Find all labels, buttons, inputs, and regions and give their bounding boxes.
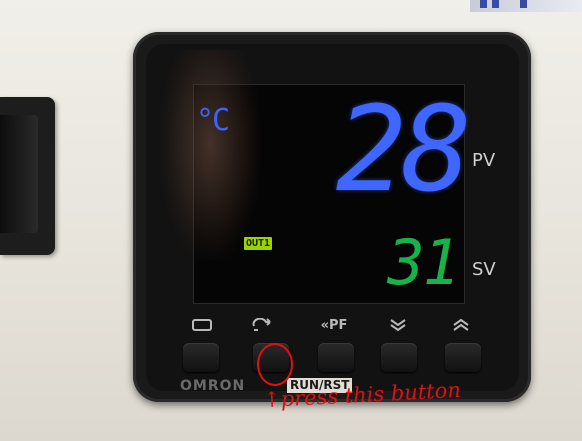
double-chevron-down-icon bbox=[383, 318, 413, 336]
mode-button[interactable] bbox=[183, 343, 219, 372]
out1-indicator: OUT1 bbox=[244, 237, 273, 250]
down-button[interactable] bbox=[381, 343, 417, 372]
sv-label: SV bbox=[472, 259, 496, 280]
unit-indicator: °C bbox=[196, 103, 230, 138]
annotation-circle bbox=[257, 343, 293, 386]
up-button[interactable] bbox=[445, 343, 481, 372]
sv-value: 31 bbox=[387, 226, 460, 299]
rocker-switch[interactable] bbox=[0, 97, 55, 255]
strip-mark bbox=[520, 0, 527, 8]
cycle-arrows-icon bbox=[248, 317, 278, 336]
strip-mark bbox=[492, 0, 499, 8]
brand-logo: OMRON bbox=[180, 378, 246, 394]
pf-key-label: «PF bbox=[320, 318, 348, 333]
mode-key-icon bbox=[187, 318, 217, 336]
top-strip bbox=[470, 0, 582, 12]
pv-label: PV bbox=[472, 150, 496, 171]
strip-mark bbox=[480, 0, 487, 8]
double-chevron-up-icon bbox=[446, 318, 476, 336]
rocker bbox=[0, 115, 38, 233]
pv-value: 28 bbox=[335, 80, 472, 218]
pf-button[interactable] bbox=[318, 343, 354, 372]
